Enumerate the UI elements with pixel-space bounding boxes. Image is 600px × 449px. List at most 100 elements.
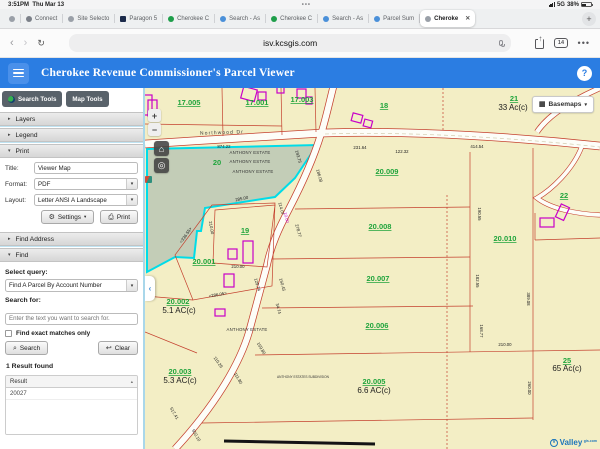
query-select[interactable]: Find A Parcel By Account Number ▾ <box>5 279 138 292</box>
parcel-link[interactable]: 20.005 <box>363 377 386 386</box>
network-label: 5G <box>556 1 565 8</box>
browser-tab[interactable] <box>4 11 20 27</box>
tab-label: Search - As <box>332 15 364 22</box>
basemaps-button[interactable]: ▦ Basemaps ▾ <box>531 96 594 113</box>
search-for-label: Search for: <box>5 297 41 304</box>
tab-favicon <box>168 15 175 22</box>
help-icon[interactable]: ? <box>577 65 592 81</box>
accordion-layers[interactable]: ▸ Layers <box>0 112 143 126</box>
tab-favicon <box>9 15 15 22</box>
zoom-in-button[interactable]: + <box>148 109 161 122</box>
zoom-out-button[interactable]: − <box>148 123 161 136</box>
chevron-down-icon: ▾ <box>126 280 137 291</box>
tab-favicon <box>323 15 330 22</box>
clock: 3:51PM Thu Mar 13 <box>8 1 65 8</box>
forward-icon[interactable]: › <box>24 37 28 49</box>
dimension-label: 122.32 <box>395 149 409 154</box>
tab-favicon <box>120 15 127 22</box>
parcel-link[interactable]: 22 <box>560 191 568 200</box>
browser-tab[interactable]: Cherokee C <box>266 11 317 27</box>
parcel-link[interactable]: 20 <box>213 158 221 167</box>
exact-match-checkbox[interactable] <box>5 330 12 337</box>
signal-icon <box>548 2 555 7</box>
search-input[interactable] <box>5 312 138 325</box>
search-button[interactable]: ⌕ Search <box>5 341 49 355</box>
browser-tab-active[interactable]: Cheroke ✕ <box>420 10 476 27</box>
tab-map-tools[interactable]: Map Tools <box>66 91 152 183</box>
parcel-link[interactable]: 20.001 <box>193 257 216 266</box>
reload-icon[interactable]: ↻ <box>37 38 45 49</box>
tab-close-icon[interactable]: ✕ <box>465 15 470 22</box>
parcel-link[interactable]: 20.010 <box>494 234 517 243</box>
accordion-find[interactable]: ▾ Find <box>0 248 143 262</box>
tab-label: Cherokee C <box>177 15 210 22</box>
parcel-link[interactable]: 20.003 <box>169 367 192 376</box>
parcel-link[interactable]: 20.006 <box>366 321 389 330</box>
print-panel: Title: Format: PDF▾ Layout: Letter ANSI … <box>0 158 143 230</box>
sidebar-collapse-button[interactable]: ‹ <box>145 276 155 301</box>
tab-favicon <box>220 15 227 22</box>
locate-button[interactable]: ◎ <box>154 158 169 173</box>
share-icon[interactable] <box>535 34 545 49</box>
acreage-label: 33 Ac(c) <box>498 103 528 112</box>
accordion-find-address[interactable]: ▸ Find Address <box>0 232 143 246</box>
print-format-select[interactable]: PDF ▾ <box>34 178 138 190</box>
dimension-label: 414.54 <box>470 144 484 149</box>
map-viewport[interactable]: 17.005 17.001 17.003 18 21 20 20.009 22 20.008 20… <box>145 88 600 449</box>
tab-favicon <box>271 15 278 22</box>
parcel-link[interactable]: 20.007 <box>367 274 390 283</box>
address-bar[interactable]: isv.kcsgis.com <box>68 34 512 52</box>
parcel-link[interactable]: 20.009 <box>376 167 399 176</box>
gear-icon: ⚙ <box>48 213 55 221</box>
tab-label: Cheroke <box>434 15 459 22</box>
tab-label: Parcel Sum <box>383 15 415 22</box>
browser-more-icon[interactable]: ••• <box>578 38 590 48</box>
print-title-input[interactable] <box>34 162 138 174</box>
parcel-link[interactable]: 17.005 <box>178 98 201 107</box>
parcel-link[interactable]: 21 <box>510 94 518 103</box>
browser-tab[interactable]: Paragon 5 <box>115 11 162 27</box>
parcel-link[interactable]: 20.008 <box>369 222 392 231</box>
parcel-link[interactable]: 17.003 <box>291 95 314 104</box>
parcel-link[interactable]: 17.001 <box>246 98 269 107</box>
results-header[interactable]: Result ▴ <box>6 376 137 388</box>
settings-button[interactable]: ⚙ Settings ▾ <box>40 210 95 224</box>
home-button[interactable]: ⌂ <box>154 141 169 156</box>
parcel-map[interactable]: 17.005 17.001 17.003 18 21 20 20.009 22 20.008 20… <box>145 88 600 449</box>
dimension-label: 210.00 <box>498 342 512 347</box>
chevron-down-icon: ▾ <box>83 214 87 219</box>
new-tab-button[interactable]: + <box>582 11 596 26</box>
microphone-icon[interactable] <box>499 40 505 48</box>
dimension-label: 168.77 <box>479 324 484 338</box>
tab-search-tools[interactable]: Search Tools <box>2 91 63 107</box>
accordion-legend[interactable]: ▸ Legend <box>0 128 143 142</box>
tab-label: Paragon 5 <box>129 15 158 22</box>
parcel-link[interactable]: 19 <box>241 226 249 235</box>
tab-overview-icon[interactable]: 14 <box>554 38 568 48</box>
acreage-label: 5.1 AC(c) <box>162 306 196 315</box>
search-icon: ⌕ <box>13 344 17 352</box>
browser-tab[interactable]: Search - As <box>318 11 368 27</box>
print-layout-select[interactable]: Letter ANSI A Landscape ▾ <box>34 194 138 206</box>
tab-label: Connect <box>35 15 58 22</box>
result-count: 1 Result found <box>6 363 54 370</box>
browser-tab[interactable]: Search - As <box>215 11 265 27</box>
print-button[interactable]: ⎙ Print <box>100 210 138 224</box>
acreage-label: 5.3 AC(c) <box>163 376 197 385</box>
browser-tab[interactable]: Site Selecto <box>63 11 114 27</box>
accordion-print[interactable]: ▾ Print <box>0 144 143 158</box>
chevron-down-icon: ▾ <box>584 101 587 108</box>
browser-tab[interactable]: Connect <box>21 11 62 27</box>
tab-favicon <box>26 15 32 22</box>
dimension-label: 874.22 <box>217 144 231 149</box>
result-row[interactable]: 20027 <box>6 388 137 400</box>
chevron-down-icon: ▾ <box>126 195 137 205</box>
clear-button[interactable]: ↩ Clear <box>97 341 138 355</box>
browser-tab[interactable]: Parcel Sum <box>369 11 419 27</box>
menu-icon[interactable] <box>8 62 29 84</box>
parcel-link[interactable]: 18 <box>380 101 388 110</box>
back-icon[interactable]: ‹ <box>10 37 14 49</box>
parcel-link[interactable]: 20.002 <box>167 297 190 306</box>
sidebar: Search Tools Map Tools ▸ Layers ▸ Legend ▾… <box>0 88 152 449</box>
browser-tab[interactable]: Cherokee C <box>163 11 214 27</box>
